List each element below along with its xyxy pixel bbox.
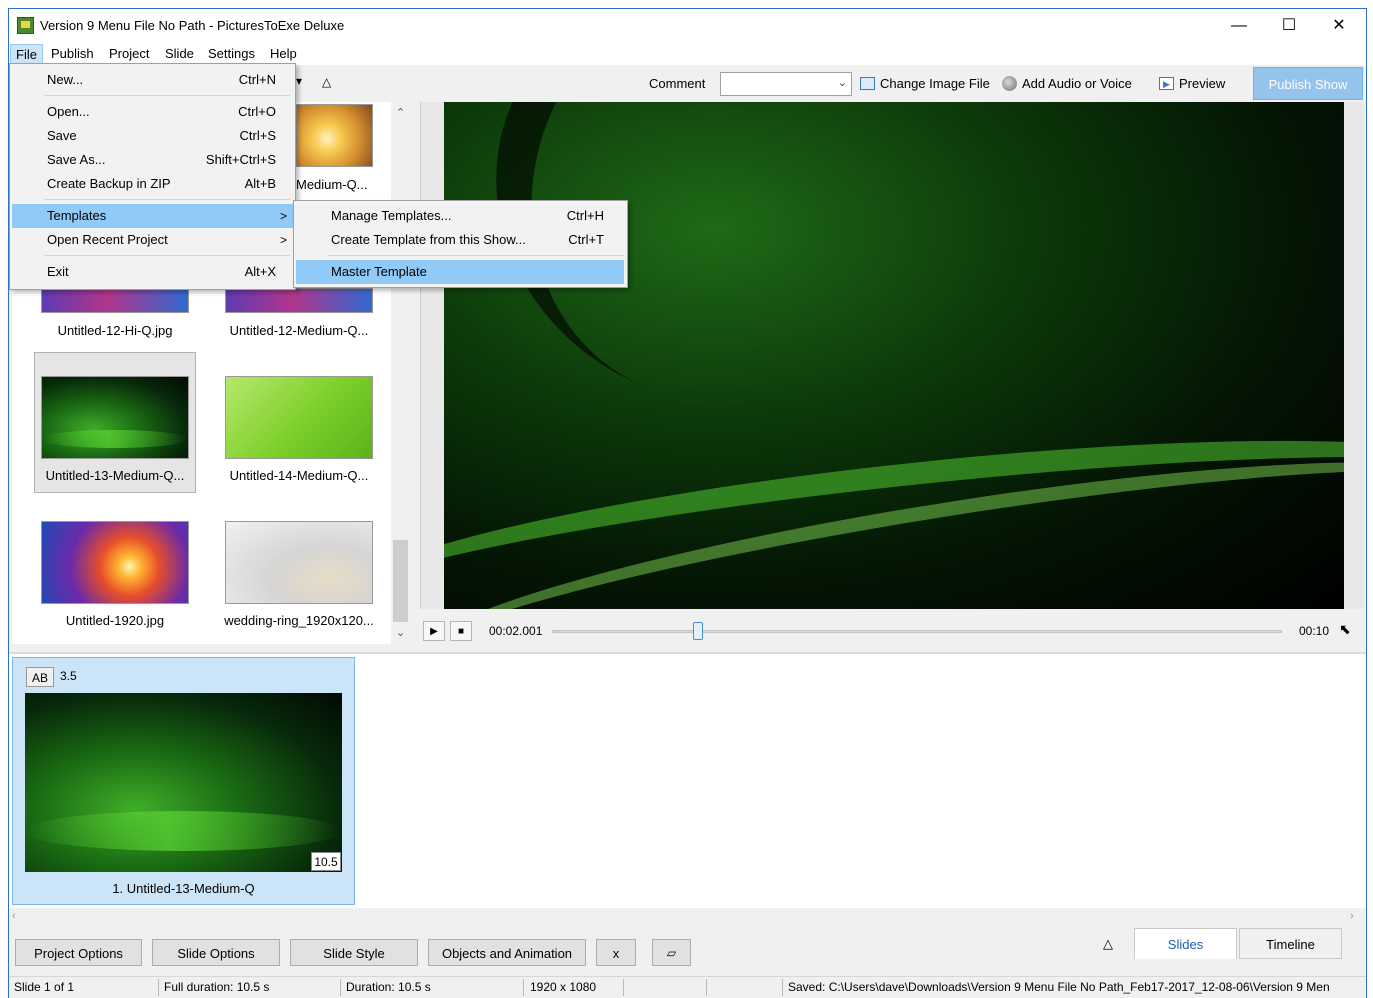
scroll-left-icon[interactable]: ‹ [12,910,16,922]
window-title: Version 9 Menu File No Path - PicturesTo… [40,18,345,33]
menu-separator [44,95,290,96]
timeline-slider[interactable] [552,630,1282,633]
comment-combobox[interactable]: ⌄ [720,72,852,96]
slide-image[interactable] [25,693,342,872]
image-icon [860,77,875,90]
end-time: 00:10 [1299,624,1330,638]
play-button[interactable]: ▶ [423,621,445,641]
collapse-up-icon[interactable]: △ [322,75,331,89]
menu-item-create-backup[interactable]: Create Backup in ZIP Alt+B [12,172,294,196]
thumbnail-caption: Untitled-12-Hi-Q.jpg [57,323,173,338]
thumbnail-caption: Untitled-1920.jpg [65,613,165,628]
status-duration: Duration: 10.5 s [346,980,431,994]
app-icon [17,17,34,34]
add-audio-button[interactable]: Add Audio or Voice [1022,76,1132,91]
menu-slide[interactable]: Slide [160,44,199,64]
slide-style-button[interactable]: Slide Style [290,939,418,966]
preview-right-margin [1344,102,1364,609]
publish-show-button[interactable]: Publish Show [1253,67,1363,100]
slide-duration-badge[interactable]: 10.5 [311,852,341,871]
status-separator [706,979,707,996]
thumbnail-caption: wedding-ring_1920x120... [224,613,374,628]
status-slide: Slide 1 of 1 [14,980,75,994]
chevron-right-icon: > [279,233,287,247]
thumbnail-image[interactable] [41,376,189,459]
status-resolution: 1920 x 1080 [530,980,597,994]
preview-image [444,102,1344,609]
transition-badge[interactable]: AB [26,667,54,687]
thumbnail-image[interactable] [41,521,189,604]
thumbnail-image[interactable] [225,376,373,459]
timeline-slider-thumb[interactable] [693,622,703,640]
thumbnail-image[interactable] [296,104,373,167]
slides-hscrollbar[interactable] [9,908,1366,926]
scroll-up-icon[interactable]: ⌃ [391,104,410,122]
menu-separator [44,199,290,200]
menu-settings[interactable]: Settings [203,44,260,64]
thumbnail-image[interactable] [225,288,373,313]
thumbnail-caption: Untitled-12-Medium-Q... [229,323,369,338]
comment-label: Comment [649,76,706,91]
maximize-icon[interactable]: ☐ [1266,9,1312,42]
project-options-button[interactable]: Project Options [15,939,142,966]
slideshow-icon[interactable]: ▱ [652,939,691,966]
thumbnail-image[interactable] [41,288,189,313]
chevron-right-icon: > [279,209,287,223]
scroll-down-icon[interactable]: ⌄ [391,624,410,642]
change-image-button[interactable]: Change Image File [880,76,990,91]
menu-item-manage-templates[interactable]: Manage Templates... Ctrl+H [296,204,624,228]
status-separator [340,979,341,996]
current-time: 00:02.001 [489,624,543,638]
menu-project[interactable]: Project [104,44,154,64]
menu-separator [44,255,290,256]
tab-timeline[interactable]: Timeline [1239,928,1342,959]
menu-item-new[interactable]: New... Ctrl+N [12,68,294,92]
status-separator [158,979,159,996]
menu-file[interactable]: File [10,44,43,64]
close-icon[interactable]: ✕ [1316,9,1362,42]
menu-publish[interactable]: Publish [46,44,99,64]
status-full-duration: Full duration: 10.5 s [164,980,270,994]
menu-item-open-recent[interactable]: Open Recent Project > [12,228,294,252]
speaker-icon [1002,76,1017,91]
menu-item-save-as[interactable]: Save As... Shift+Ctrl+S [12,148,294,172]
preview-button[interactable]: Preview [1179,76,1225,91]
preview-icon: ▶ [1159,77,1174,90]
collapse-up-icon[interactable]: △ [1103,936,1113,952]
fullscreen-icon[interactable]: ⬉ [1339,621,1351,638]
thumbnail-caption: Medium-Q... [296,177,368,192]
slide-options-button[interactable]: Slide Options [152,939,280,966]
menu-item-create-template[interactable]: Create Template from this Show... Ctrl+T [296,228,624,252]
thumbnail-image[interactable] [225,521,373,604]
menu-item-save[interactable]: Save Ctrl+S [12,124,294,148]
menu-separator [328,255,624,256]
minimize-icon[interactable]: — [1216,9,1262,42]
transition-duration[interactable]: 3.5 [60,669,77,683]
sort-arrow-icon[interactable]: ▾ [296,74,302,88]
status-separator [782,979,783,996]
menu-help[interactable]: Help [265,44,302,64]
slide-caption: 1. Untitled-13-Medium-Q [112,881,255,896]
scrollbar-thumb[interactable] [393,540,408,622]
thumbnail-caption: Untitled-14-Medium-Q... [229,468,369,483]
status-separator [523,979,524,996]
menu-item-open[interactable]: Open... Ctrl+O [12,100,294,124]
menu-item-master-template[interactable]: Master Template [296,260,624,284]
scroll-right-icon[interactable]: › [1350,910,1354,922]
menu-item-templates[interactable]: Templates > [12,204,294,228]
chevron-down-icon: ⌄ [837,77,847,89]
thumbnail-caption: Untitled-13-Medium-Q... [45,468,185,483]
menu-item-exit[interactable]: Exit Alt+X [12,260,294,284]
objects-and-animation-button[interactable]: Objects and Animation [428,939,586,966]
status-saved-path: Saved: C:\Users\dave\Downloads\Version 9… [788,980,1330,994]
stop-button[interactable]: ■ [450,621,472,641]
tab-slides[interactable]: Slides [1134,928,1237,959]
x-button[interactable]: x [596,939,636,966]
preview-left-margin [420,102,444,609]
status-separator [623,979,624,996]
